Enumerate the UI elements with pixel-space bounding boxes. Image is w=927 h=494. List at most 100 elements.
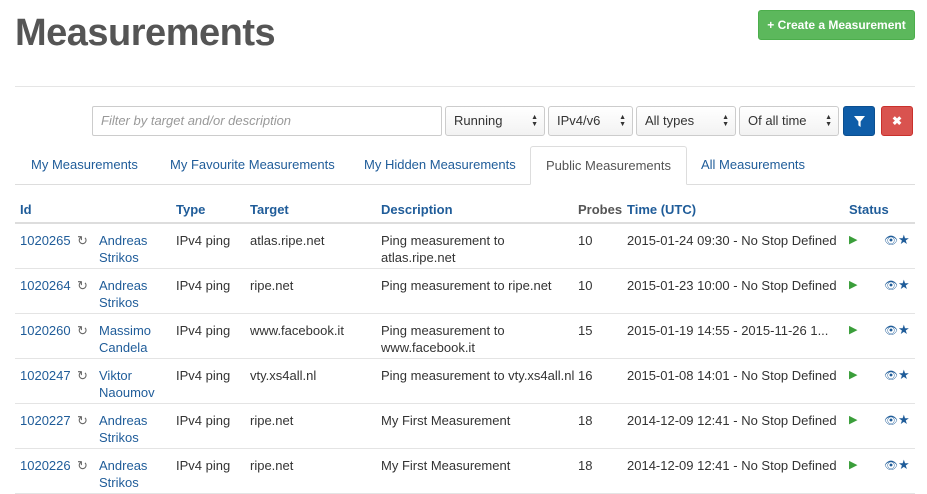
status-select[interactable]: Running ▲ ▼	[445, 106, 545, 136]
header-time[interactable]: Time (UTC)	[627, 202, 837, 217]
refresh-icon[interactable]: ↻	[77, 367, 88, 384]
header-probes: Probes	[578, 202, 623, 217]
search-input[interactable]: Filter by target and/or description	[92, 106, 442, 136]
target-cell: atlas.ripe.net	[250, 233, 325, 248]
table-row: 1020265 ↻ Andreas Strikos IPv4 ping atla…	[15, 224, 915, 269]
table-row: 1020227 ↻ Andreas Strikos IPv4 ping ripe…	[15, 404, 915, 449]
owner-link[interactable]: Andreas Strikos	[99, 457, 159, 491]
tab-my-favourite-measurements[interactable]: My Favourite Measurements	[170, 146, 335, 184]
probes-cell: 15	[578, 323, 593, 338]
star-icon[interactable]: ★	[898, 276, 910, 293]
play-icon: ▶	[849, 324, 858, 336]
page-title: Measurements	[15, 12, 276, 54]
header-status[interactable]: Status	[849, 202, 889, 217]
probes-cell: 16	[578, 368, 593, 383]
eye-icon[interactable]: 👁	[884, 368, 898, 385]
eye-icon[interactable]: 👁	[884, 278, 898, 295]
select-arrows-icon: ▲ ▼	[825, 114, 832, 128]
tab-my-measurements[interactable]: My Measurements	[31, 146, 138, 184]
refresh-icon[interactable]: ↻	[77, 322, 88, 339]
time-cell: 2014-12-09 12:41 - No Stop Defined	[627, 458, 837, 473]
probes-cell: 10	[578, 233, 593, 248]
create-measurement-button[interactable]: + Create a Measurement	[758, 10, 915, 40]
refresh-icon[interactable]: ↻	[77, 412, 88, 429]
table-row: 1020247 ↻ Viktor Naoumov IPv4 ping vty.x…	[15, 359, 915, 404]
type-cell: IPv4 ping	[176, 368, 231, 383]
tab-all-measurements[interactable]: All Measurements	[701, 146, 805, 184]
play-icon: ▶	[849, 369, 858, 381]
owner-link[interactable]: Andreas Strikos	[99, 412, 159, 446]
measurement-id-link[interactable]: 1020247	[20, 367, 71, 384]
description-cell: Ping measurement to www.facebook.it	[381, 323, 505, 355]
time-cell: 2015-01-24 09:30 - No Stop Defined	[627, 233, 837, 248]
description-cell: My First Measurement	[381, 413, 511, 428]
measurement-id-link[interactable]: 1020260	[20, 322, 71, 339]
description-cell: Ping measurement to atlas.ripe.net	[381, 233, 505, 265]
table-row: 1020260 ↻ Massimo Candela IPv4 ping www.…	[15, 314, 915, 359]
refresh-icon[interactable]: ↻	[77, 277, 88, 294]
time-select[interactable]: Of all time ▲ ▼	[739, 106, 839, 136]
type-select-value: All types	[645, 113, 695, 128]
select-arrows-icon: ▲ ▼	[531, 114, 538, 128]
measurements-table: Id Type Target Description Probes Time (…	[15, 196, 915, 494]
measurement-tabs: My Measurements My Favourite Measurement…	[15, 146, 915, 185]
probes-cell: 18	[578, 413, 593, 428]
description-cell: Ping measurement to ripe.net	[381, 278, 552, 293]
header-target[interactable]: Target	[250, 202, 289, 217]
eye-icon[interactable]: 👁	[884, 323, 898, 340]
eye-icon[interactable]: 👁	[884, 413, 898, 430]
header-description[interactable]: Description	[381, 202, 571, 217]
tab-public-measurements[interactable]: Public Measurements	[530, 146, 687, 185]
description-cell: My First Measurement	[381, 458, 511, 473]
time-cell: 2015-01-19 14:55 - 2015-11-26 1...	[627, 323, 829, 338]
header-type[interactable]: Type	[176, 202, 205, 217]
star-icon[interactable]: ★	[898, 231, 910, 248]
star-icon[interactable]: ★	[898, 411, 910, 428]
apply-filter-button[interactable]	[843, 106, 875, 136]
time-cell: 2015-01-08 14:01 - No Stop Defined	[627, 368, 837, 383]
type-select[interactable]: All types ▲ ▼	[636, 106, 736, 136]
type-cell: IPv4 ping	[176, 323, 231, 338]
star-icon[interactable]: ★	[898, 366, 910, 383]
owner-link[interactable]: Andreas Strikos	[99, 232, 159, 266]
tab-my-hidden-measurements[interactable]: My Hidden Measurements	[364, 146, 516, 184]
eye-icon[interactable]: 👁	[884, 233, 898, 250]
clear-filter-button[interactable]: ✖	[881, 106, 913, 136]
refresh-icon[interactable]: ↻	[77, 232, 88, 249]
probes-cell: 18	[578, 458, 593, 473]
select-arrows-icon: ▲ ▼	[619, 114, 626, 128]
refresh-icon[interactable]: ↻	[77, 457, 88, 474]
description-cell: Ping measurement to vty.xs4all.nl	[381, 368, 575, 383]
address-family-select-value: IPv4/v6	[557, 113, 601, 128]
close-icon: ✖	[891, 114, 903, 128]
play-icon: ▶	[849, 414, 858, 426]
play-icon: ▶	[849, 234, 858, 246]
target-cell: ripe.net	[250, 458, 294, 473]
target-cell: vty.xs4all.nl	[250, 368, 317, 383]
type-cell: IPv4 ping	[176, 413, 231, 428]
table-row: 1020226 ↻ Andreas Strikos IPv4 ping ripe…	[15, 449, 915, 494]
target-cell: www.facebook.it	[250, 323, 344, 338]
time-cell: 2015-01-23 10:00 - No Stop Defined	[627, 278, 837, 293]
measurement-id-link[interactable]: 1020265	[20, 232, 71, 249]
filter-icon	[853, 115, 865, 127]
owner-link[interactable]: Viktor Naoumov	[99, 367, 159, 401]
owner-link[interactable]: Andreas Strikos	[99, 277, 159, 311]
type-cell: IPv4 ping	[176, 233, 231, 248]
divider	[15, 86, 915, 87]
star-icon[interactable]: ★	[898, 456, 910, 473]
header-id[interactable]: Id	[20, 202, 32, 217]
status-select-value: Running	[454, 113, 503, 128]
address-family-select[interactable]: IPv4/v6 ▲ ▼	[548, 106, 633, 136]
play-icon: ▶	[849, 279, 858, 291]
measurement-id-link[interactable]: 1020227	[20, 412, 71, 429]
time-select-value: Of all time	[748, 113, 807, 128]
star-icon[interactable]: ★	[898, 321, 910, 338]
measurement-id-link[interactable]: 1020264	[20, 277, 71, 294]
eye-icon[interactable]: 👁	[884, 458, 898, 475]
target-cell: ripe.net	[250, 413, 294, 428]
measurement-id-link[interactable]: 1020226	[20, 457, 71, 474]
owner-link[interactable]: Massimo Candela	[99, 322, 159, 356]
select-arrows-icon: ▲ ▼	[722, 114, 729, 128]
type-cell: IPv4 ping	[176, 458, 231, 473]
